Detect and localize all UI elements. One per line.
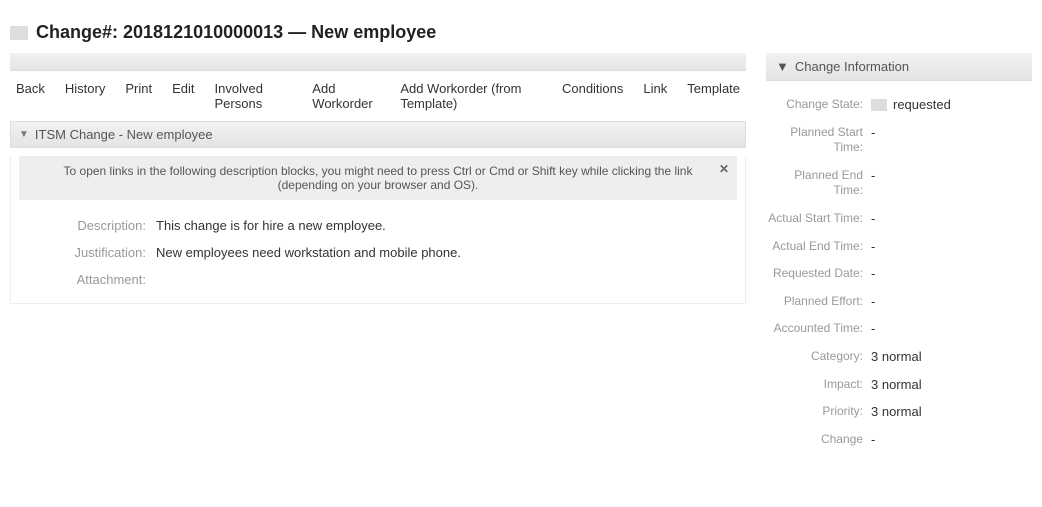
change-info-value-text: -	[871, 125, 875, 140]
menu-back[interactable]: Back	[16, 81, 45, 111]
change-info-value: -	[871, 239, 1032, 254]
change-info-value: 3 normal	[871, 349, 1032, 364]
change-info-row: Change-	[766, 426, 1032, 454]
menu-history[interactable]: History	[65, 81, 105, 111]
menu-template[interactable]: Template	[687, 81, 740, 111]
caret-down-icon: ▼	[776, 59, 789, 74]
change-info-label: Requested Date:	[766, 266, 871, 282]
menu-conditions[interactable]: Conditions	[562, 81, 623, 111]
justification-value: New employees need workstation and mobil…	[156, 245, 745, 260]
state-flag-icon	[871, 99, 887, 111]
description-label: Description:	[11, 218, 156, 233]
change-info-row: Planned End Time:-	[766, 162, 1032, 205]
change-info-value: requested	[871, 97, 1032, 112]
change-info-value: 3 normal	[871, 404, 1032, 419]
attachment-label: Attachment:	[11, 272, 156, 287]
change-info-value-text: 3 normal	[871, 404, 922, 419]
info-note-text: To open links in the following descripti…	[64, 164, 693, 192]
change-info-body: Change State: requested Planned Start Time…	[766, 81, 1032, 463]
caret-down-icon: ▼	[19, 129, 29, 140]
change-info-value-text: -	[871, 239, 875, 254]
menu-link[interactable]: Link	[643, 81, 667, 111]
change-info-value: -	[871, 266, 1032, 281]
menu-edit[interactable]: Edit	[172, 81, 194, 111]
change-panel-header[interactable]: ▼ ITSM Change - New employee	[10, 121, 746, 148]
change-info-value-text: -	[871, 266, 875, 281]
change-info-value-text: -	[871, 321, 875, 336]
change-info-header[interactable]: ▼ Change Information	[766, 53, 1032, 81]
change-info-row: Planned Start Time:-	[766, 119, 1032, 162]
change-info-row: Impact:3 normal	[766, 371, 1032, 399]
change-info-value-text: -	[871, 168, 875, 183]
change-info-label: Actual Start Time:	[766, 211, 871, 227]
change-info-label: Priority:	[766, 404, 871, 420]
page-title: Change#: 2018121010000013 — New employee	[36, 22, 436, 43]
change-info-value-text: -	[871, 294, 875, 309]
change-info-value: -	[871, 321, 1032, 336]
info-note-close-icon[interactable]: ✕	[719, 162, 729, 176]
change-info-value: -	[871, 168, 1032, 183]
justification-label: Justification:	[11, 245, 156, 260]
menu-print[interactable]: Print	[125, 81, 152, 111]
info-note: To open links in the following descripti…	[19, 156, 737, 200]
menu-involved[interactable]: Involved Persons	[215, 81, 293, 111]
change-info-value: -	[871, 125, 1032, 140]
change-info-row: Change State: requested	[766, 91, 1032, 119]
change-info-value-text: -	[871, 211, 875, 226]
action-menu: Back History Print Edit Involved Persons…	[10, 71, 746, 121]
main-header-bar	[10, 53, 746, 71]
change-info-label: Category:	[766, 349, 871, 365]
change-info-row: Priority:3 normal	[766, 398, 1032, 426]
change-info-row: Accounted Time:-	[766, 315, 1032, 343]
change-info-label: Change	[766, 432, 871, 448]
attachment-value	[156, 272, 745, 287]
side-column: ▼ Change Information Change State: reques…	[766, 53, 1032, 463]
change-info-value: -	[871, 211, 1032, 226]
change-flag-icon	[10, 26, 28, 40]
change-info-title: Change Information	[795, 59, 909, 74]
change-info-label: Planned Effort:	[766, 294, 871, 310]
change-info-value: -	[871, 432, 1032, 447]
change-info-row: Requested Date:-	[766, 260, 1032, 288]
change-info-value-text: 3 normal	[871, 377, 922, 392]
change-info-row: Actual End Time:-	[766, 233, 1032, 261]
change-info-label: Impact:	[766, 377, 871, 393]
change-info-label: Planned Start Time:	[766, 125, 871, 156]
change-panel-title: ITSM Change - New employee	[35, 127, 213, 142]
change-info-row: Category:3 normal	[766, 343, 1032, 371]
change-info-label: Actual End Time:	[766, 239, 871, 255]
menu-add-workorder-template[interactable]: Add Workorder (from Template)	[400, 81, 542, 111]
change-info-label: Change State:	[766, 97, 871, 113]
change-info-label: Planned End Time:	[766, 168, 871, 199]
main-column: Back History Print Edit Involved Persons…	[10, 53, 746, 463]
change-info-label: Accounted Time:	[766, 321, 871, 337]
description-value: This change is for hire a new employee.	[156, 218, 745, 233]
change-info-row: Planned Effort:-	[766, 288, 1032, 316]
change-info-row: Actual Start Time:-	[766, 205, 1032, 233]
menu-add-workorder[interactable]: Add Workorder	[312, 81, 380, 111]
change-info-value-text: 3 normal	[871, 349, 922, 364]
change-info-value: 3 normal	[871, 377, 1032, 392]
change-info-value-text: -	[871, 432, 875, 447]
change-info-value: -	[871, 294, 1032, 309]
change-info-value-text: requested	[893, 97, 951, 112]
